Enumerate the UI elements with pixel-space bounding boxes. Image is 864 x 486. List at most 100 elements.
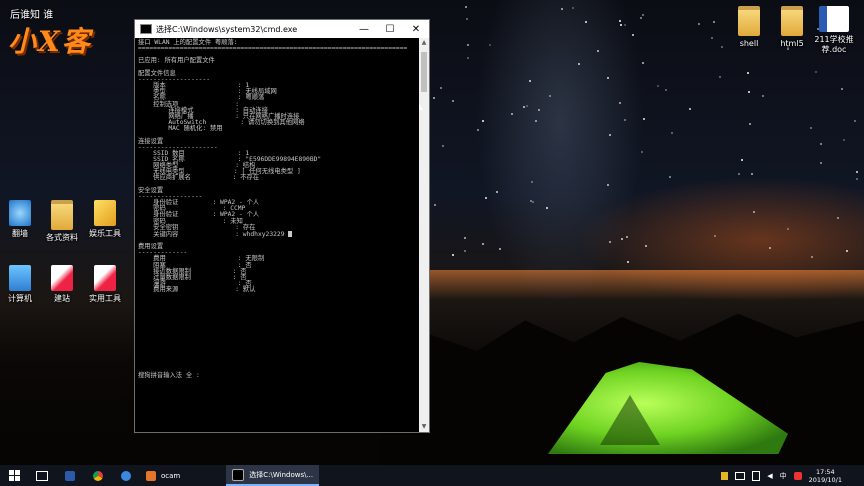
input-language-indicator[interactable]: 中 bbox=[780, 471, 787, 481]
desktop-icon-label: shell bbox=[739, 39, 759, 48]
star bbox=[466, 44, 469, 47]
star bbox=[710, 36, 713, 39]
desktop-icon-utility-tools[interactable]: 实用工具 bbox=[73, 265, 137, 304]
star bbox=[481, 242, 484, 245]
star bbox=[668, 176, 671, 179]
taskbar-app-ocam[interactable]: ocam bbox=[140, 465, 186, 486]
star bbox=[819, 142, 822, 145]
scroll-down-arrow-icon[interactable]: ▼ bbox=[419, 422, 429, 432]
scrollbar-thumb[interactable] bbox=[421, 52, 427, 92]
console-line: ========================================… bbox=[138, 45, 408, 53]
folder-icon bbox=[51, 200, 73, 230]
window-title: 选择C:\Windows\system32\cmd.exe bbox=[156, 24, 298, 34]
star bbox=[623, 118, 626, 121]
console-output[interactable]: 接口 WLAN 上的配置文件 粤顺落: =====================… bbox=[135, 38, 419, 432]
watermark-top-text: 后谁知 谁 bbox=[10, 10, 54, 21]
star bbox=[631, 33, 634, 36]
star bbox=[619, 101, 621, 104]
desktop-icon-label: 娱乐工具 bbox=[89, 229, 121, 238]
desktop-icon-label: 翻墙 bbox=[12, 229, 28, 238]
close-button[interactable]: ✕ bbox=[403, 20, 429, 38]
star bbox=[452, 99, 455, 102]
star bbox=[644, 244, 647, 247]
desktop-icon-label: 计算机 bbox=[8, 294, 32, 303]
star bbox=[584, 20, 587, 23]
star bbox=[619, 24, 622, 27]
start-button[interactable] bbox=[0, 465, 28, 486]
taskbar: ocam 选择C:\Windows\... ◀ 中 17:54 2019/10/… bbox=[0, 465, 864, 486]
star bbox=[465, 5, 468, 8]
desktop-icon-label: 211学校推荐.doc bbox=[814, 35, 854, 54]
window-titlebar[interactable]: 选择C:\Windows\system32\cmd.exe — ☐ ✕ bbox=[135, 20, 429, 38]
taskbar-chrome[interactable] bbox=[84, 465, 112, 486]
star bbox=[836, 216, 839, 219]
cmd-icon bbox=[140, 24, 152, 34]
star bbox=[718, 75, 721, 78]
star bbox=[855, 177, 858, 180]
ocam-icon bbox=[146, 470, 156, 481]
taskbar-browser[interactable] bbox=[112, 465, 140, 486]
star bbox=[484, 196, 487, 199]
sunset-glow bbox=[420, 270, 864, 300]
minimize-button[interactable]: — bbox=[351, 20, 377, 38]
star bbox=[670, 131, 673, 134]
app-folder-icon bbox=[51, 265, 73, 291]
desktop-background bbox=[0, 0, 864, 486]
text-cursor bbox=[288, 230, 293, 237]
taskbar-app-label: ocam bbox=[161, 471, 181, 480]
star bbox=[840, 87, 843, 90]
star bbox=[597, 49, 600, 52]
star bbox=[656, 85, 659, 88]
task-view-icon bbox=[36, 470, 48, 481]
taskbar-app-cmd[interactable]: 选择C:\Windows\... bbox=[226, 465, 320, 486]
star bbox=[467, 56, 470, 59]
star bbox=[787, 227, 790, 230]
taskbar-app-label: 选择C:\Windows\... bbox=[249, 470, 314, 479]
star bbox=[842, 138, 845, 141]
chrome-icon bbox=[93, 470, 103, 481]
task-view-button[interactable] bbox=[28, 465, 56, 486]
star bbox=[476, 129, 479, 132]
desktop-icon-211-doc[interactable]: 211学校推荐.doc bbox=[802, 6, 864, 55]
volume-icon[interactable]: ◀ bbox=[767, 472, 772, 480]
clock-time: 17:54 bbox=[815, 467, 835, 476]
star bbox=[626, 235, 629, 238]
cmd-icon bbox=[232, 468, 245, 481]
star bbox=[529, 79, 532, 82]
taskbar-powershell[interactable] bbox=[56, 465, 84, 486]
star bbox=[548, 95, 551, 98]
star bbox=[713, 234, 716, 237]
network-icon[interactable] bbox=[735, 471, 746, 480]
star bbox=[481, 119, 484, 122]
word-document-icon bbox=[819, 6, 849, 32]
clock[interactable]: 17:54 2019/10/1 bbox=[809, 468, 842, 484]
maximize-button[interactable]: ☐ bbox=[377, 20, 403, 38]
battery-icon[interactable] bbox=[752, 470, 761, 481]
star bbox=[768, 246, 771, 249]
star bbox=[451, 253, 454, 256]
powershell-icon bbox=[65, 470, 75, 481]
console-line: 关键内容 : whdhxy23229 bbox=[138, 230, 419, 238]
system-tray: ◀ 中 17:54 2019/10/1 bbox=[721, 465, 864, 486]
app-folder-icon bbox=[94, 265, 116, 291]
scroll-up-arrow-icon[interactable]: ▲ bbox=[419, 38, 429, 48]
desktop-icon-label: 实用工具 bbox=[89, 294, 121, 303]
folder-icon bbox=[781, 6, 803, 36]
sogou-icon[interactable] bbox=[793, 471, 802, 480]
star bbox=[433, 204, 436, 207]
computer-icon bbox=[9, 265, 31, 291]
browser-icon bbox=[121, 470, 131, 481]
star bbox=[606, 76, 609, 79]
star bbox=[560, 7, 563, 10]
desktop-icon-entertainment-tools[interactable]: 娱乐工具 bbox=[73, 200, 137, 239]
tools-folder-icon bbox=[94, 200, 116, 226]
console-line: 搜狗拼音输入法 全 : bbox=[138, 372, 200, 380]
cmd-window[interactable]: 选择C:\Windows\system32\cmd.exe — ☐ ✕ 接口 W… bbox=[134, 19, 430, 433]
browser-icon bbox=[9, 200, 31, 226]
shield-icon[interactable] bbox=[721, 471, 729, 480]
watermark-logo: 小X客 bbox=[8, 25, 92, 58]
desktop-icon-label: 建站 bbox=[54, 294, 70, 303]
vertical-scrollbar[interactable]: ▲ ▼ bbox=[419, 38, 429, 432]
star bbox=[712, 20, 715, 23]
star bbox=[530, 199, 533, 202]
